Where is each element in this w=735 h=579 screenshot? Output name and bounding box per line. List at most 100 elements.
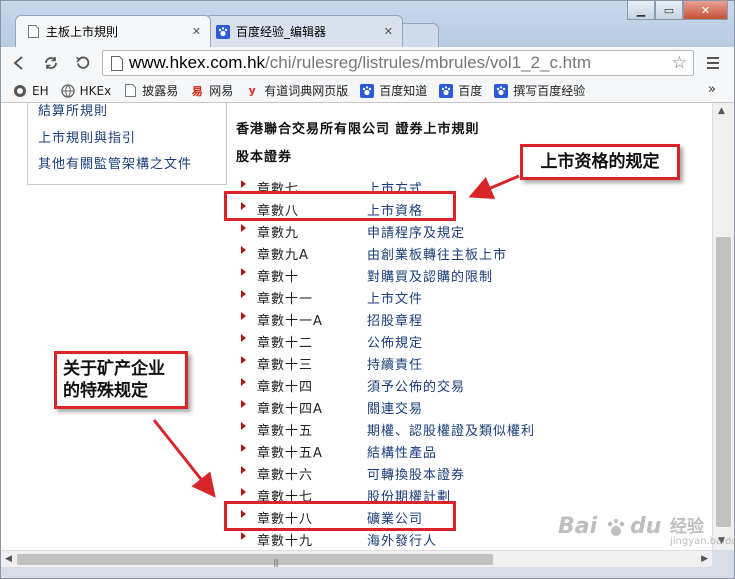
chapter-number: 章數十一 (257, 292, 314, 307)
doc-icon (123, 84, 137, 98)
chapter-row[interactable]: 章數十三 持續責任 (241, 354, 701, 374)
back-arrow-icon (13, 56, 23, 70)
bullet-arrow-icon (241, 246, 246, 254)
chapter-title-link[interactable]: 結構性產品 (367, 442, 437, 461)
chapter-number: 章數九 (257, 226, 300, 241)
watermark-logo: Bai (558, 514, 598, 539)
netease-icon: 易 (191, 84, 203, 98)
bullet-arrow-icon (241, 312, 246, 320)
chapter-number: 章數九A (257, 248, 309, 263)
bookmark-hkex[interactable]: HKEx (60, 84, 111, 98)
chapter-number: 章數十二 (257, 336, 314, 351)
close-tab-icon[interactable]: ✕ (192, 25, 201, 38)
chapter-number: 章數十六 (257, 468, 314, 483)
callout-mining-rules: 关于矿产企业 的特殊规定 (54, 351, 188, 409)
close-window-button[interactable]: ✕ (683, 1, 728, 20)
tab-main-board-rules[interactable]: 主板上市規則 ✕ (15, 15, 211, 47)
address-bar[interactable]: www.hkex.com.hk/chi/rulesreg/listrules/m… (102, 50, 694, 76)
bullet-arrow-icon (241, 356, 246, 364)
bookmark-youdao[interactable]: y 有道词典网页版 (245, 82, 349, 99)
new-tab-button[interactable] (399, 23, 439, 47)
page-icon (26, 25, 40, 39)
left-nav-panel: 結算所規則 上市規則與指引 其他有關監管架構之文件 (27, 103, 227, 185)
chapter-title-link[interactable]: 上市文件 (367, 288, 423, 307)
reload-button[interactable] (69, 49, 97, 77)
url-text[interactable]: www.hkex.com.hk/chi/rulesreg/listrules/m… (129, 53, 591, 73)
bookmark-netease[interactable]: 易 网易 (190, 82, 234, 99)
tab-title: 百度经验_编辑器 (236, 25, 327, 39)
tab-baidu-editor[interactable]: 百度经验_编辑器 ✕ (205, 15, 403, 47)
bullet-arrow-icon (241, 180, 246, 188)
chapter-row[interactable]: 章數十一A 招股章程 (241, 310, 701, 330)
chapter-title-link[interactable]: 須予公佈的交易 (367, 376, 465, 395)
maximize-button[interactable]: ▭ (655, 1, 683, 20)
page-info-icon[interactable] (111, 55, 123, 71)
chapter-row[interactable]: 章數九A 由創業板轉往主板上市 (241, 244, 701, 264)
chapter-title-link[interactable]: 申請程序及規定 (367, 222, 465, 241)
chapter-number: 章數十九 (257, 534, 314, 549)
sync-icon (45, 57, 57, 69)
back-button[interactable] (5, 49, 33, 77)
bookmark-eh[interactable]: EH (13, 84, 49, 98)
chapter-number: 章數十 (257, 270, 300, 285)
vertical-scrollbar[interactable]: ▲ ▼ (712, 103, 734, 550)
chapter-title-link[interactable]: 期權、認股權證及類似權利 (367, 420, 535, 439)
section-title: 股本證券 (236, 150, 293, 165)
bullet-arrow-icon (241, 466, 246, 474)
scrollbar-thumb[interactable] (716, 237, 731, 527)
nav-link-clearing-rules[interactable]: 結算所規則 (38, 103, 108, 119)
close-tab-icon[interactable]: ✕ (384, 25, 393, 38)
chapter-row[interactable]: 章數十四 須予公佈的交易 (241, 376, 701, 396)
chapter-row[interactable]: 章數十六 可轉換股本證券 (241, 464, 701, 484)
bookmarks-overflow-button[interactable]: » (708, 82, 716, 97)
chapter-row[interactable]: 章數十五A 結構性產品 (241, 442, 701, 462)
chapter-title-link[interactable]: 由創業板轉往主板上市 (367, 244, 507, 263)
chapter-title-link[interactable]: 可轉換股本證券 (367, 464, 465, 483)
chapter-number: 章數十三 (257, 358, 314, 373)
chapter-row[interactable]: 章數十一 上市文件 (241, 288, 701, 308)
nav-link-listing-rules[interactable]: 上市規則與指引 (38, 127, 136, 146)
scroll-up-icon[interactable]: ▲ (718, 106, 725, 116)
minimize-button[interactable]: ▁ (627, 1, 655, 20)
bookmarks-bar: EH HKEx 披露易 易 网易 y 有道词典网页版 百度知道 百度 撰写百度经… (1, 79, 734, 103)
baidu-paw-icon (607, 519, 625, 536)
chapter-number: 章數十五 (257, 424, 314, 439)
page-title: 香港聯合交易所有限公司 證券上市規則 (236, 122, 480, 137)
chapter-title-link[interactable]: 招股章程 (367, 310, 423, 329)
bookmark-star-icon[interactable]: ☆ (672, 53, 687, 73)
browser-window: 主板上市規則 ✕ 百度经验_编辑器 ✕ ▁ ▭ ✕ www.hkex.com.h… (0, 0, 735, 579)
eh-icon (13, 84, 27, 98)
bullet-arrow-icon (241, 444, 246, 452)
chapter-title-link[interactable]: 關連交易 (367, 398, 423, 417)
hscroll-thumb[interactable]: ||| (17, 554, 493, 567)
window-bottom-edge (1, 567, 734, 578)
chapter-title-link[interactable]: 海外發行人 (367, 530, 437, 549)
bullet-arrow-icon (241, 400, 246, 408)
tab-title: 主板上市規則 (46, 25, 119, 39)
bullet-arrow-icon (241, 290, 246, 298)
sync-button[interactable] (37, 49, 65, 77)
watermark-du: du (630, 514, 662, 539)
youdao-icon: y (248, 84, 256, 97)
bookmark-baidu[interactable]: 百度 (439, 82, 482, 99)
menu-button[interactable] (706, 55, 720, 74)
chapter-row[interactable]: 章數十四A 關連交易 (241, 398, 701, 418)
hamburger-menu-icon (707, 57, 719, 69)
chapter-row[interactable]: 章數十五 期權、認股權證及類似權利 (241, 420, 701, 440)
scroll-left-icon[interactable]: ◀ (5, 554, 12, 564)
bookmark-baidu-zhidao[interactable]: 百度知道 (360, 82, 427, 99)
chapter-title-link[interactable]: 對購買及認購的限制 (367, 266, 493, 285)
chapter-row[interactable]: 章數十 對購買及認購的限制 (241, 266, 701, 286)
bullet-arrow-icon (241, 268, 246, 276)
chapter-title-link[interactable]: 公佈規定 (367, 332, 423, 351)
chapter-row[interactable]: 章數九 申請程序及規定 (241, 222, 701, 242)
bullet-arrow-icon (241, 422, 246, 430)
bullet-arrow-icon (241, 488, 246, 496)
nav-link-other-documents[interactable]: 其他有關監管架構之文件 (38, 153, 192, 172)
chapter-row[interactable]: 章數十二 公佈規定 (241, 332, 701, 352)
reload-icon (76, 56, 90, 69)
bookmark-write-baidu-jingyan[interactable]: 撰写百度经验 (494, 82, 585, 99)
baidu-paw-icon (216, 24, 230, 39)
bookmark-disclosure[interactable]: 披露易 (123, 82, 178, 99)
chapter-title-link[interactable]: 持續責任 (367, 354, 423, 373)
